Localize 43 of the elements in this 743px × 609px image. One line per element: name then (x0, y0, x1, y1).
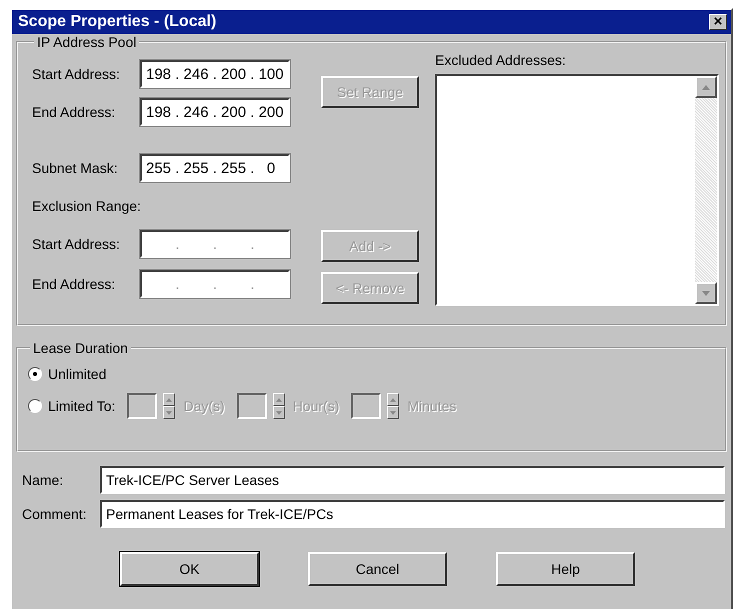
number-field[interactable] (236, 393, 267, 419)
scroll-down-icon[interactable] (163, 406, 176, 419)
field-label: End Address: (32, 276, 116, 292)
spinner-control[interactable] (163, 393, 176, 419)
list-label: Excluded Addresses: (435, 52, 567, 68)
number-field[interactable] (127, 393, 158, 419)
window-title: Scope Properties - (Local) (18, 13, 216, 31)
scroll-up-icon[interactable] (387, 393, 400, 406)
radio-button[interactable] (28, 399, 42, 413)
unit-label: Hour(s) (292, 398, 340, 414)
scrollbar[interactable] (695, 76, 717, 304)
spinner-control[interactable] (272, 393, 285, 419)
section-label: Exclusion Range: (32, 198, 141, 214)
scroll-down-icon[interactable] (272, 406, 285, 419)
field-label: Name: (22, 472, 64, 488)
close-button[interactable]: × (709, 14, 727, 30)
scroll-down-icon[interactable] (387, 406, 400, 419)
field-label: End Address: (32, 104, 116, 120)
name-field[interactable]: Trek-ICE/PC Server Leases (100, 466, 725, 494)
scroll-up-icon[interactable] (272, 393, 285, 406)
dialog-button[interactable]: OK (120, 552, 259, 586)
scroll-up-icon[interactable] (695, 76, 717, 98)
number-field[interactable] (351, 393, 382, 419)
spinner-control[interactable] (387, 393, 400, 419)
field-label: Start Address: (32, 66, 121, 82)
ip-address-field[interactable]: 255 . 255 . 255 . 0 (140, 154, 290, 182)
dialog-button[interactable]: Help (496, 552, 635, 586)
radio-label[interactable]: Unlimited (48, 366, 106, 382)
group-title: IP Address Pool (36, 34, 138, 50)
scroll-down-icon[interactable] (695, 282, 717, 304)
ip-address-field[interactable]: 198 . 246 . 200 . 200 (140, 98, 290, 126)
radio-label[interactable]: Limited To: (48, 398, 116, 414)
field-label: Subnet Mask: (32, 160, 119, 176)
scroll-up-icon[interactable] (163, 393, 176, 406)
field-label: Comment: (22, 506, 88, 522)
group-title: Lease Duration (32, 340, 129, 356)
ip-address-field[interactable]: 198 . 246 . 200 . 100 (140, 60, 290, 88)
radio-button[interactable] (28, 367, 42, 381)
dialog-button[interactable]: Cancel (308, 552, 447, 586)
comment-field[interactable]: Permanent Leases for Trek-ICE/PCs (100, 500, 725, 528)
unit-label: Minutes (407, 398, 456, 414)
field-label: Start Address: (32, 236, 121, 252)
unit-label: Day(s) (183, 398, 225, 414)
